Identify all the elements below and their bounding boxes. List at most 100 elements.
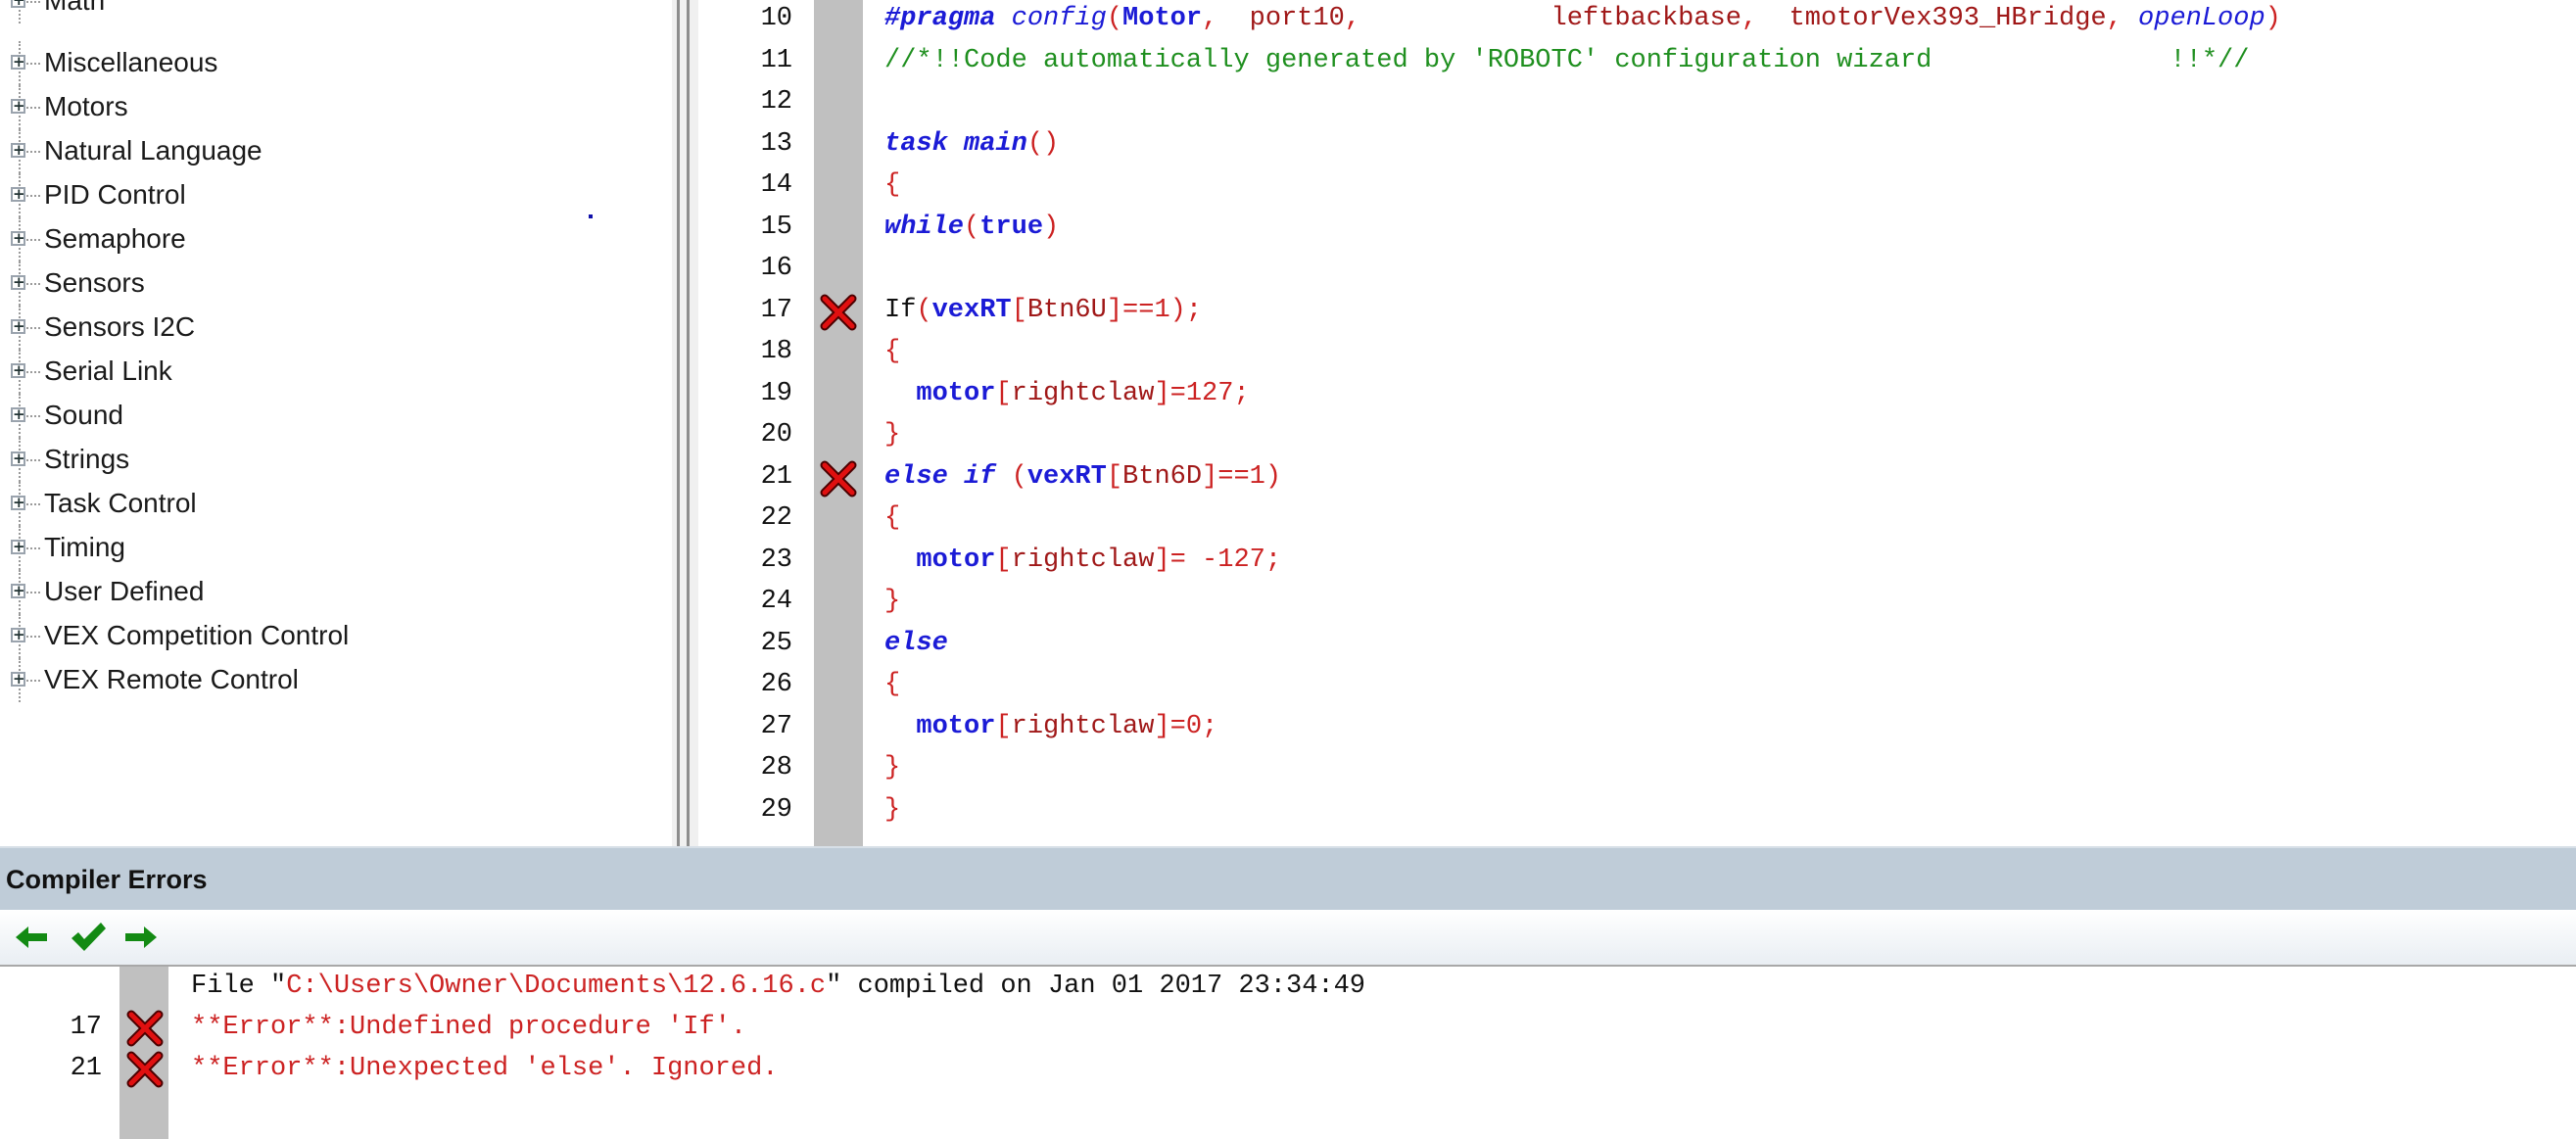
line-number: 21 <box>760 461 792 492</box>
code-token: Motor <box>1122 4 1203 33</box>
tree-item-label: Math <box>44 0 106 16</box>
tree-item-miscellaneous[interactable]: + Miscellaneous <box>0 41 672 85</box>
expand-plus-icon[interactable]: + <box>11 187 25 202</box>
tree-connector <box>26 151 40 153</box>
expand-plus-icon[interactable]: + <box>11 275 25 290</box>
code-line[interactable]: 26 { <box>698 666 2576 708</box>
line-number: 14 <box>760 170 792 200</box>
tree-item-pid-control[interactable]: + PID Control <box>0 173 672 217</box>
code-line[interactable]: 11 //*!!Code automatically generated by '… <box>698 42 2576 84</box>
expand-plus-icon[interactable]: + <box>11 99 25 114</box>
code-line[interactable]: 27 motor[rightclaw]=0; <box>698 708 2576 750</box>
code-line[interactable]: 16 <box>698 250 2576 292</box>
tree-connector <box>26 63 40 65</box>
tree-item-timing[interactable]: + Timing <box>0 526 672 570</box>
code-token: ( <box>1106 4 1123 33</box>
compile-ok-button[interactable] <box>69 918 108 957</box>
code-line[interactable]: 22 { <box>698 499 2576 542</box>
code-token: File " <box>191 972 287 1001</box>
arrow-left-icon <box>16 926 47 948</box>
code-token: rightclaw <box>1011 545 1155 575</box>
code-line[interactable]: 17 If(vexRT[Btn6U]==1); <box>698 292 2576 334</box>
expand-plus-icon[interactable]: + <box>11 363 25 378</box>
code-line[interactable]: 12 <box>698 83 2576 125</box>
code-line[interactable]: 13 task main() <box>698 125 2576 167</box>
code-token: port10 <box>1249 4 1345 33</box>
line-number: 23 <box>760 545 792 575</box>
error-x-icon <box>126 1010 164 1047</box>
code-token: , <box>1202 4 1250 33</box>
next-error-button[interactable] <box>121 918 161 957</box>
code-token: task <box>884 128 965 159</box>
expand-plus-icon[interactable]: + <box>11 672 25 687</box>
previous-error-button[interactable] <box>12 918 51 957</box>
expand-plus-icon[interactable]: + <box>11 55 25 70</box>
code-token: rightclaw <box>1011 378 1155 408</box>
compiler-message-list[interactable]: File "C:\Users\Owner\Documents\12.6.16.c… <box>0 967 2576 1139</box>
code-token: C:\Users\Owner\Documents\12.6.16.c <box>286 972 827 1001</box>
code-text: motor[rightclaw]=0; <box>884 712 1217 741</box>
tree-connector <box>26 415 40 417</box>
tree-item-label: Serial Link <box>44 356 172 386</box>
expand-plus-icon[interactable]: + <box>11 407 25 422</box>
tree-item-label: Sensors <box>44 267 145 298</box>
tree-item-vex-remote-control[interactable]: + VEX Remote Control <box>0 658 672 702</box>
expand-plus-icon[interactable]: + <box>11 540 25 554</box>
code-token: ]= -127; <box>1154 545 1282 575</box>
line-number: 28 <box>760 753 792 783</box>
pane-splitter[interactable] <box>672 0 698 846</box>
expand-plus-icon[interactable]: + <box>11 451 25 466</box>
tree-item-strings[interactable]: + Strings <box>0 438 672 482</box>
tree-connector <box>26 283 40 285</box>
line-number: 27 <box>760 711 792 741</box>
code-line[interactable]: 20} <box>698 416 2576 458</box>
tree-item-natural-language[interactable]: + Natural Language <box>0 129 672 173</box>
expand-plus-icon[interactable]: + <box>11 584 25 598</box>
code-line[interactable]: 28} <box>698 749 2576 791</box>
message-line-number: 17 <box>70 1013 102 1042</box>
code-line[interactable]: 15 while(true) <box>698 209 2576 251</box>
expand-plus-icon[interactable]: + <box>11 231 25 246</box>
tree-item-user-defined[interactable]: + User Defined <box>0 570 672 614</box>
tree-item-sound[interactable]: + Sound <box>0 394 672 438</box>
code-token: ) <box>2265 4 2281 33</box>
code-line[interactable]: 10 #pragma config(Motor, port10, leftback… <box>698 0 2576 42</box>
expand-plus-icon[interactable]: + <box>11 143 25 158</box>
expand-plus-icon[interactable]: + <box>11 0 25 8</box>
code-line[interactable]: 25 else <box>698 625 2576 667</box>
line-number: 20 <box>760 420 792 450</box>
code-line[interactable]: 19 motor[rightclaw]=127; <box>698 375 2576 417</box>
code-token: ]=0; <box>1154 711 1218 741</box>
code-token: ( <box>964 212 980 242</box>
code-token: else <box>884 628 948 658</box>
code-text: } <box>884 795 900 825</box>
tree-item-sensors[interactable]: + Sensors <box>0 261 672 306</box>
code-token: true <box>979 212 1044 242</box>
expand-plus-icon[interactable]: + <box>11 628 25 642</box>
code-text: motor[rightclaw]= -127; <box>884 546 1281 575</box>
code-editor[interactable]: 10 #pragma config(Motor, port10, leftback… <box>698 0 2576 846</box>
code-line[interactable]: 14 { <box>698 166 2576 209</box>
tree-item-motors[interactable]: + Motors <box>0 85 672 129</box>
compiler-message[interactable]: File "C:\Users\Owner\Documents\12.6.16.c… <box>0 967 2576 1008</box>
expand-plus-icon[interactable]: + <box>11 319 25 334</box>
code-token: leftbackbase <box>1550 4 1741 33</box>
compiler-message[interactable]: 21 **Error**:Unexpected 'else'. Ignored. <box>0 1049 2576 1090</box>
tree-connector <box>26 371 40 373</box>
splitter-line <box>687 0 690 846</box>
tree-item-semaphore[interactable]: + Semaphore <box>0 217 672 261</box>
compiler-message[interactable]: 17 **Error**:Undefined procedure 'If'. <box>0 1008 2576 1049</box>
code-line[interactable]: 21 else if (vexRT[Btn6D]==1) <box>698 458 2576 500</box>
code-token: [ <box>995 378 1012 408</box>
expand-plus-icon[interactable]: + <box>11 496 25 510</box>
code-line[interactable]: 24} <box>698 583 2576 625</box>
tree-item-serial-link[interactable]: + Serial Link <box>0 350 672 394</box>
code-line[interactable]: 18 { <box>698 333 2576 375</box>
code-line[interactable]: 23 motor[rightclaw]= -127; <box>698 542 2576 584</box>
tree-item-sensors-i2c[interactable]: + Sensors I2C <box>0 306 672 350</box>
tree-item-task-control[interactable]: + Task Control <box>0 482 672 526</box>
tree-item-math[interactable]: + Math <box>0 0 672 24</box>
tree-item-vex-competition-control[interactable]: + VEX Competition Control <box>0 614 672 658</box>
code-line[interactable]: 29} <box>698 791 2576 833</box>
